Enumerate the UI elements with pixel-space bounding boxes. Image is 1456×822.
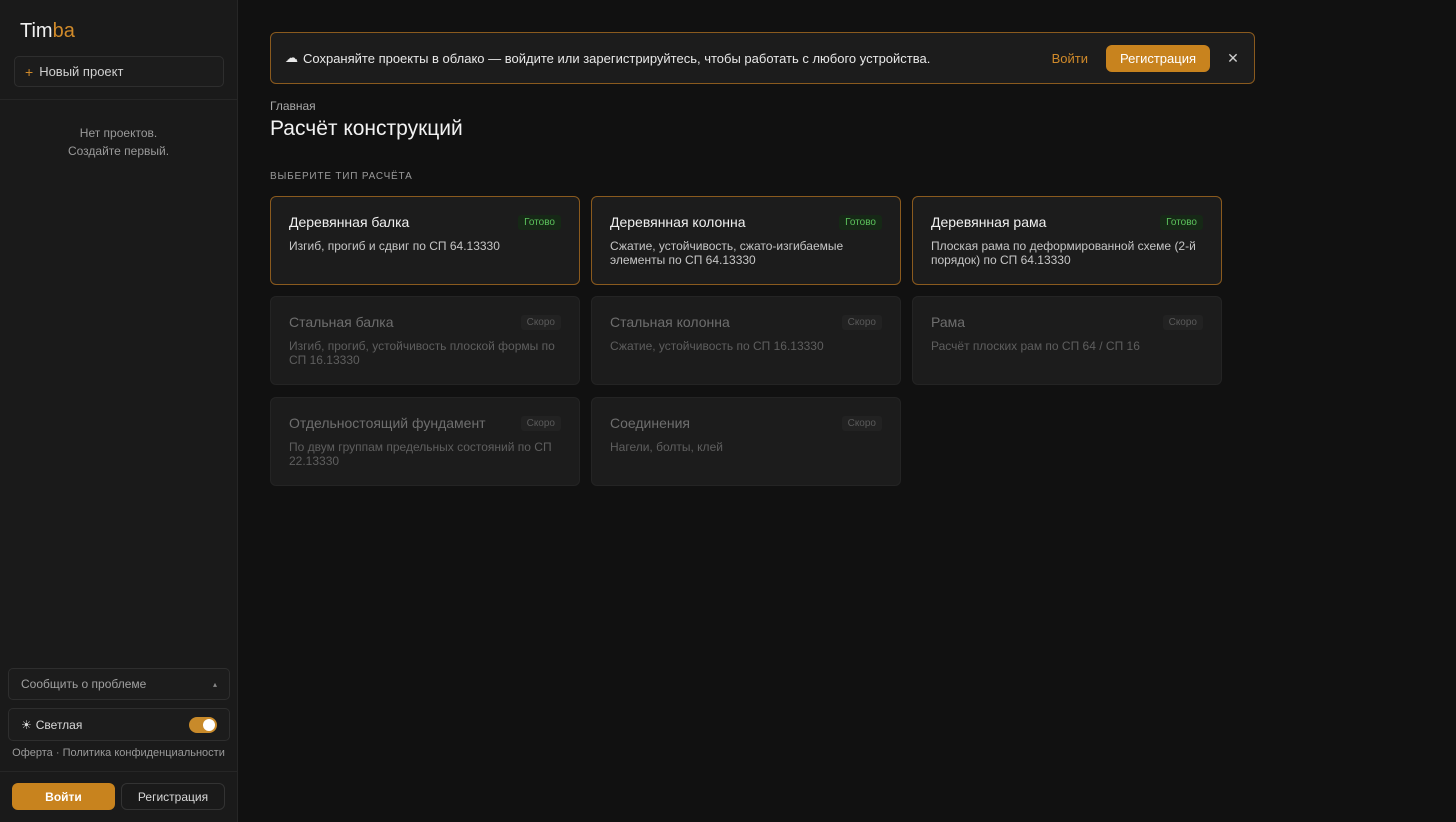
status-badge: Скоро [520, 315, 561, 330]
card-steel-column: Стальная колонна Скоро Сжатие, устойчиво… [591, 296, 901, 385]
card-foundation: Отдельностоящий фундамент Скоро По двум … [270, 397, 580, 486]
register-button[interactable]: Регистрация [121, 783, 225, 810]
page-title: Расчёт конструкций [270, 117, 463, 140]
theme-label-group: ☀ Светлая [21, 718, 82, 732]
sidebar-divider [0, 99, 237, 100]
banner-register-button[interactable]: Регистрация [1106, 44, 1210, 72]
status-badge: Готово [518, 215, 561, 230]
card-description: Сжатие, устойчивость по СП 16.13330 [610, 339, 824, 353]
cloud-icon: ☁ [285, 50, 298, 65]
status-badge: Скоро [841, 315, 882, 330]
theme-label: Светлая [35, 717, 83, 732]
sun-icon: ☀ [21, 717, 32, 732]
new-project-label: Новый проект [39, 64, 124, 79]
plus-icon: + [25, 63, 34, 80]
card-description: Нагели, болты, клей [610, 440, 723, 454]
theme-toggle[interactable] [189, 716, 217, 733]
card-description: Сжатие, устойчивость, сжато-изгибаемые э… [610, 239, 844, 267]
sidebar: Timba + Новый проект Нет проектов. Созда… [0, 0, 238, 822]
status-badge: Скоро [841, 416, 882, 431]
card-wood-beam[interactable]: Деревянная балка Готово Изгиб, прогиб и … [270, 196, 580, 285]
banner-login-link[interactable]: Войти [1052, 51, 1088, 66]
status-badge: Скоро [1162, 315, 1203, 330]
sidebar-divider-bottom [0, 771, 237, 772]
card-connections: Соединения Скоро Нагели, болты, клей [591, 397, 901, 486]
breadcrumb[interactable]: Главная [270, 99, 316, 113]
logo[interactable]: Timba [20, 20, 75, 43]
theme-switch[interactable]: ☀ Светлая [8, 708, 230, 741]
section-label: ВЫБЕРИТЕ ТИП РАСЧЁТА [270, 171, 413, 182]
card-frame: Рама Скоро Расчёт плоских рам по СП 64 /… [912, 296, 1222, 385]
logo-text: Tim [20, 20, 53, 42]
status-badge: Готово [839, 215, 882, 230]
empty-line-2: Создайте первый. [67, 144, 170, 158]
empty-line-1: Нет проектов. [79, 126, 158, 140]
card-description: Изгиб, прогиб, устойчивость плоской форм… [289, 339, 555, 367]
card-wood-column[interactable]: Деревянная колонна Готово Сжатие, устойч… [591, 196, 901, 285]
report-problem-label: Сообщить о проблеме [21, 677, 147, 691]
cloud-save-banner: ☁ Сохраняйте проекты в облако — войдите … [270, 32, 1255, 84]
login-button[interactable]: Войти [12, 783, 115, 810]
status-badge: Готово [1160, 215, 1203, 230]
empty-projects-message: Нет проектов. Создайте первый. [0, 124, 237, 160]
report-problem-button[interactable]: Сообщить о проблеме ▴ [8, 668, 230, 700]
chevron-up-icon: ▴ [212, 679, 217, 689]
toggle-knob [203, 718, 215, 731]
card-description: Изгиб, прогиб и сдвиг по СП 64.13330 [289, 239, 500, 253]
card-wood-frame[interactable]: Деревянная рама Готово Плоская рама по д… [912, 196, 1222, 285]
close-icon[interactable]: ✕ [1226, 50, 1240, 67]
legal-links[interactable]: Оферта · Политика конфиденциальности [0, 747, 237, 759]
new-project-button[interactable]: + Новый проект [14, 56, 224, 87]
banner-message: Сохраняйте проекты в облако — войдите ил… [303, 50, 931, 66]
card-steel-beam: Стальная балка Скоро Изгиб, прогиб, усто… [270, 296, 580, 385]
card-description: Расчёт плоских рам по СП 64 / СП 16 [931, 339, 1140, 353]
logo-accent-text: ba [52, 20, 75, 42]
card-description: Плоская рама по деформированной схеме (2… [931, 239, 1196, 267]
status-badge: Скоро [520, 416, 561, 431]
card-description: По двум группам предельных состояний по … [289, 440, 552, 468]
